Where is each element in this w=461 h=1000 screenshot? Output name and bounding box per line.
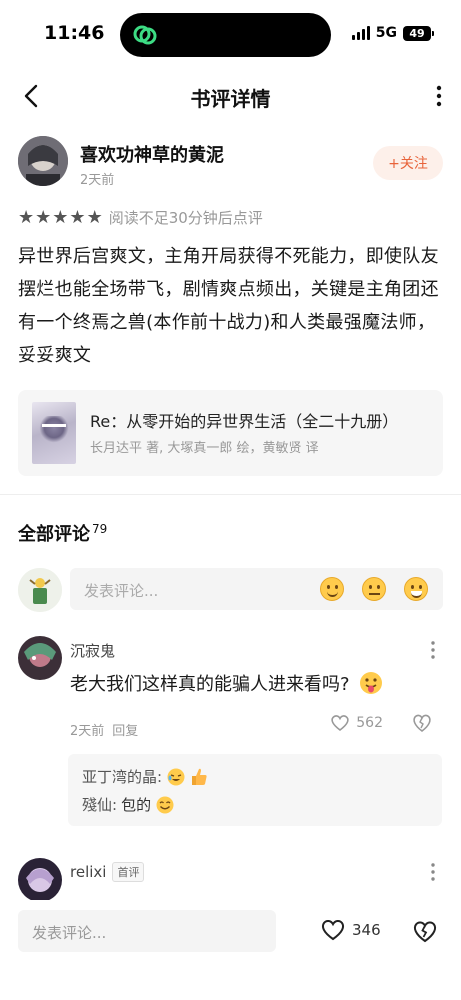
comment-time: 2天前 xyxy=(70,724,105,739)
comment-meta: 2天前 回复 xyxy=(70,720,138,739)
comments-heading-label: 全部评论 xyxy=(18,524,90,545)
comment-input[interactable]: 发表评论... xyxy=(70,568,443,610)
avatar-image-icon xyxy=(18,136,68,186)
star-icon: ★ xyxy=(35,206,52,228)
follow-button[interactable]: +关注 xyxy=(373,146,443,180)
comments-heading: 全部评论 79 xyxy=(18,520,107,546)
reply-preview[interactable]: 亚丁湾的晶: 殘仙: 包的 xyxy=(68,754,442,826)
star-icon: ★ xyxy=(86,206,103,228)
status-indicators: 5G 49 xyxy=(351,25,434,41)
comment-text: 老大我们这样真的能骗人进来看吗? xyxy=(70,670,384,696)
signal-icon xyxy=(351,26,370,40)
nav-bar: 书评详情 xyxy=(0,72,461,120)
review-like-button[interactable]: 346 xyxy=(320,918,381,942)
tongue-emoji-icon xyxy=(359,672,382,694)
star-icon: ★ xyxy=(52,206,69,228)
reply-user: 亚丁湾的晶: xyxy=(82,768,163,786)
reply-link[interactable]: 回复 xyxy=(112,724,138,739)
book-authors: 长月达平 著, 大塚真一郎 绘，黄敏贤 译 xyxy=(90,441,319,456)
rating-note: 阅读不足30分钟后点评 xyxy=(108,209,263,227)
star-icon: ★ xyxy=(18,206,35,228)
status-time: 11:46 xyxy=(44,22,105,44)
dynamic-island xyxy=(120,13,331,57)
author-name[interactable]: 喜欢功神草的黄泥 xyxy=(80,141,224,167)
comment-input-placeholder: 发表评论... xyxy=(84,582,159,600)
commenter-name-text: relixi xyxy=(70,863,107,881)
status-bar: 11:46 5G 49 xyxy=(0,0,461,64)
comment-text-content: 老大我们这样真的能骗人进来看吗? xyxy=(70,674,350,695)
avatar-image-icon xyxy=(18,636,62,680)
first-review-badge: 首评 xyxy=(112,862,145,882)
like-count: 562 xyxy=(356,715,383,731)
avatar-image-icon xyxy=(18,858,62,902)
reply-item: 殘仙: 包的 xyxy=(82,794,175,815)
star-rating: ★ ★ ★ ★ ★ xyxy=(18,206,103,228)
link-icon xyxy=(133,25,157,45)
book-card[interactable]: Re：从零开始的异世界生活（全二十九册） 长月达平 著, 大塚真一郎 绘，黄敏贤… xyxy=(18,390,443,476)
thinking-emoji-icon[interactable] xyxy=(362,577,386,601)
thumbs-up-emoji-icon xyxy=(192,768,207,785)
comments-count: 79 xyxy=(92,522,108,536)
review-time: 2天前 xyxy=(80,173,115,188)
commenter-avatar[interactable] xyxy=(18,636,62,680)
reply-item: 亚丁湾的晶: xyxy=(82,766,212,787)
review-text: 异世界后宫爽文，主角开局获得不死能力，即使队友摆烂也能全场带飞，剧情爽点频出，关… xyxy=(18,246,439,366)
more-options-icon[interactable] xyxy=(431,82,447,110)
laugh-crying-emoji-icon xyxy=(167,768,185,785)
broken-heart-icon[interactable] xyxy=(412,918,438,944)
current-user-avatar xyxy=(18,568,62,612)
commenter-name[interactable]: 沉寂鬼 xyxy=(70,640,115,661)
review-like-count: 346 xyxy=(352,921,381,939)
network-type: 5G xyxy=(375,25,397,41)
heart-icon xyxy=(321,919,345,941)
battery-icon: 49 xyxy=(403,25,434,41)
bottom-action-bar: 发表评论... 346 xyxy=(0,900,461,1000)
reply-user: 殘仙: xyxy=(82,796,118,814)
like-button[interactable]: 562 xyxy=(330,714,383,732)
book-title: Re：从零开始的异世界生活（全二十九册） xyxy=(90,412,399,431)
reply-text: 包的 xyxy=(121,796,152,814)
comment-more-icon[interactable] xyxy=(429,862,437,882)
bottom-comment-input[interactable]: 发表评论... xyxy=(18,910,276,952)
page-title: 书评详情 xyxy=(190,87,271,111)
bottom-comment-placeholder: 发表评论... xyxy=(32,924,107,942)
comment-item: 沉寂鬼 老大我们这样真的能骗人进来看吗? 2天前 回复 562 xyxy=(18,636,443,746)
star-icon: ★ xyxy=(69,206,86,228)
commenter-avatar[interactable] xyxy=(18,858,62,902)
section-divider xyxy=(0,494,461,495)
author-avatar[interactable] xyxy=(18,136,68,186)
commenter-name-text: 沉寂鬼 xyxy=(70,642,116,660)
commenter-name[interactable]: relixi 首评 xyxy=(70,862,145,882)
grin-emoji-icon[interactable] xyxy=(404,577,428,601)
rating-row: ★ ★ ★ ★ ★ 阅读不足30分钟后点评 xyxy=(18,207,263,228)
comment-item: relixi 首评 xyxy=(18,858,443,902)
review-author-row: 喜欢功神草的黄泥 2天前 +关注 xyxy=(18,136,443,192)
book-cover xyxy=(32,402,76,464)
smile-emoji-icon[interactable] xyxy=(320,577,344,601)
heart-icon xyxy=(331,715,349,732)
smile-emoji-icon xyxy=(156,796,174,813)
avatar-image-icon xyxy=(18,568,62,612)
broken-heart-icon[interactable] xyxy=(411,712,433,734)
comment-composer: 发表评论... xyxy=(18,568,443,612)
comment-more-icon[interactable] xyxy=(429,640,437,660)
